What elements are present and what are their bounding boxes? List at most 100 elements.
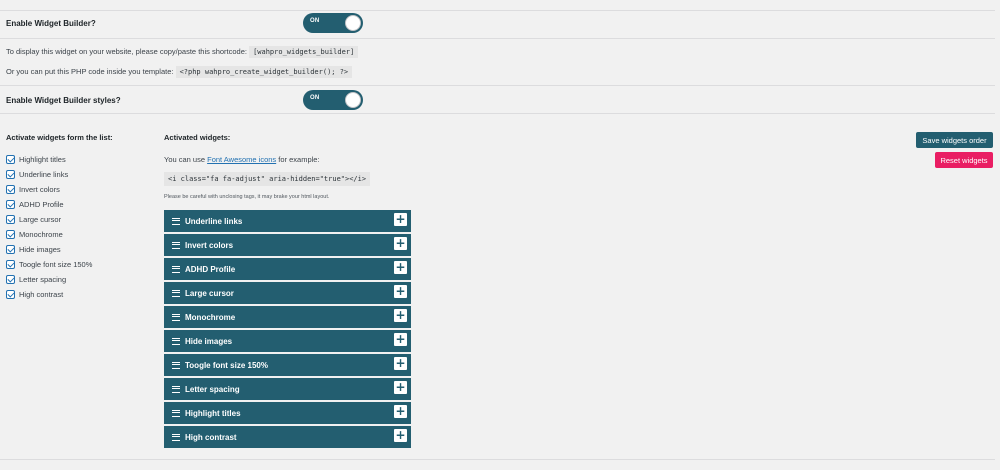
php-line: Or you can put this PHP code inside you … [6,66,353,78]
checkbox[interactable] [6,229,15,239]
enable-styles-label: Enable Widget Builder styles? [6,96,121,105]
enable-builder-label: Enable Widget Builder? [6,19,96,28]
checkbox-label: High contrast [19,289,64,299]
shortcode-text: To display this widget on your website, … [6,47,247,56]
list-item[interactable]: Toogle font size 150% [6,258,92,270]
widget-bar[interactable]: Toogle font size 150% + [164,354,411,376]
widget-label: Toogle font size 150% [185,360,268,370]
plus-icon[interactable]: + [394,333,407,346]
plus-icon[interactable]: + [394,261,407,274]
plus-icon[interactable]: + [394,381,407,394]
drag-handle-icon[interactable] [172,217,180,225]
checkbox-label: Underline links [19,169,69,179]
checkbox-label: Large cursor [19,214,62,224]
widget-label: Large cursor [185,288,234,298]
reset-widgets-button[interactable]: Reset widgets [935,152,993,168]
drag-handle-icon[interactable] [172,337,180,345]
checkbox[interactable] [6,214,15,224]
warning-text: Please be careful with unclosing tags, i… [164,194,330,200]
widget-bar[interactable]: Letter spacing + [164,378,411,400]
activated-title: Activated widgets: [164,133,231,142]
drag-handle-icon[interactable] [172,265,180,273]
checkbox-label: Letter spacing [19,274,67,284]
checkbox-label: Invert colors [19,184,60,194]
widget-bar[interactable]: High contrast + [164,426,411,448]
plus-icon[interactable]: + [394,285,407,298]
checkbox-label: Toogle font size 150% [19,259,93,269]
drag-handle-icon[interactable] [172,241,180,249]
toggle-on-text: ON [310,18,320,24]
widget-bar[interactable]: Hide images + [164,330,411,352]
plus-icon[interactable]: + [394,237,407,250]
widget-bar[interactable]: Monochrome + [164,306,411,328]
widget-bar[interactable]: Invert colors + [164,234,411,256]
example-code-wrap: <i class="fa fa-adjust" aria-hidden="tru… [164,172,371,186]
drag-handle-icon[interactable] [172,361,180,369]
divider [0,38,995,39]
list-item[interactable]: Invert colors [6,183,60,195]
list-item[interactable]: High contrast [6,288,63,300]
widget-label: Monochrome [185,312,236,322]
checkbox-label: ADHD Profile [19,199,64,209]
drag-handle-icon[interactable] [172,313,180,321]
list-item[interactable]: Large cursor [6,213,61,225]
drag-handle-icon[interactable] [172,409,180,417]
plus-icon[interactable]: + [394,405,407,418]
widget-label: Hide images [185,336,233,346]
checkbox-label: Monochrome [19,229,63,239]
plus-icon[interactable]: + [394,309,407,322]
widget-bar[interactable]: Highlight titles + [164,402,411,424]
drag-handle-icon[interactable] [172,289,180,297]
divider [0,85,995,86]
activate-list-title: Activate widgets form the list: [6,133,113,142]
widget-label: Invert colors [185,240,234,250]
checkbox[interactable] [6,244,15,254]
font-awesome-link[interactable]: Font Awesome icons [207,155,276,164]
plus-icon[interactable]: + [394,213,407,226]
widget-bar[interactable]: Underline links + [164,210,411,232]
widget-bar[interactable]: ADHD Profile + [164,258,411,280]
php-code[interactable]: <?php wahpro_create_widget_builder(); ?> [175,66,353,78]
list-item[interactable]: Highlight titles [6,153,66,165]
toggle-on-text: ON [310,95,320,101]
checkbox[interactable] [6,274,15,284]
hint-suffix: for example: [278,155,320,164]
checkbox-label: Hide images [19,244,61,254]
list-item[interactable]: Letter spacing [6,273,66,285]
checkbox-label: Highlight titles [19,154,66,164]
shortcode-line: To display this widget on your website, … [6,46,359,58]
widget-label: High contrast [185,432,237,442]
drag-handle-icon[interactable] [172,385,180,393]
widget-label: Letter spacing [185,384,240,394]
widget-label: ADHD Profile [185,264,236,274]
list-item[interactable]: ADHD Profile [6,198,64,210]
toggle-knob [345,92,361,108]
icon-hint: You can use Font Awesome icons for examp… [164,155,320,164]
toggle-knob [345,15,361,31]
plus-icon[interactable]: + [394,357,407,370]
drag-handle-icon[interactable] [172,433,180,441]
shortcode-code[interactable]: [wahpro_widgets_builder] [249,46,359,58]
list-item[interactable]: Underline links [6,168,68,180]
example-code[interactable]: <i class="fa fa-adjust" aria-hidden="tru… [164,172,371,186]
checkbox[interactable] [6,154,15,164]
widget-label: Highlight titles [185,408,241,418]
plus-icon[interactable]: + [394,429,407,442]
checkbox[interactable] [6,199,15,209]
bottom-divider [0,459,995,460]
php-text: Or you can put this PHP code inside you … [6,67,174,76]
checkbox[interactable] [6,184,15,194]
top-divider [0,10,995,11]
hint-prefix: You can use [164,155,206,164]
list-item[interactable]: Hide images [6,243,61,255]
widget-label: Underline links [185,216,243,226]
divider [0,113,995,114]
checkbox[interactable] [6,259,15,269]
enable-styles-toggle[interactable]: ON [303,90,363,110]
save-widgets-order-button[interactable]: Save widgets order [916,132,993,148]
checkbox[interactable] [6,169,15,179]
checkbox[interactable] [6,289,15,299]
widget-bar[interactable]: Large cursor + [164,282,411,304]
list-item[interactable]: Monochrome [6,228,63,240]
enable-builder-toggle[interactable]: ON [303,13,363,33]
